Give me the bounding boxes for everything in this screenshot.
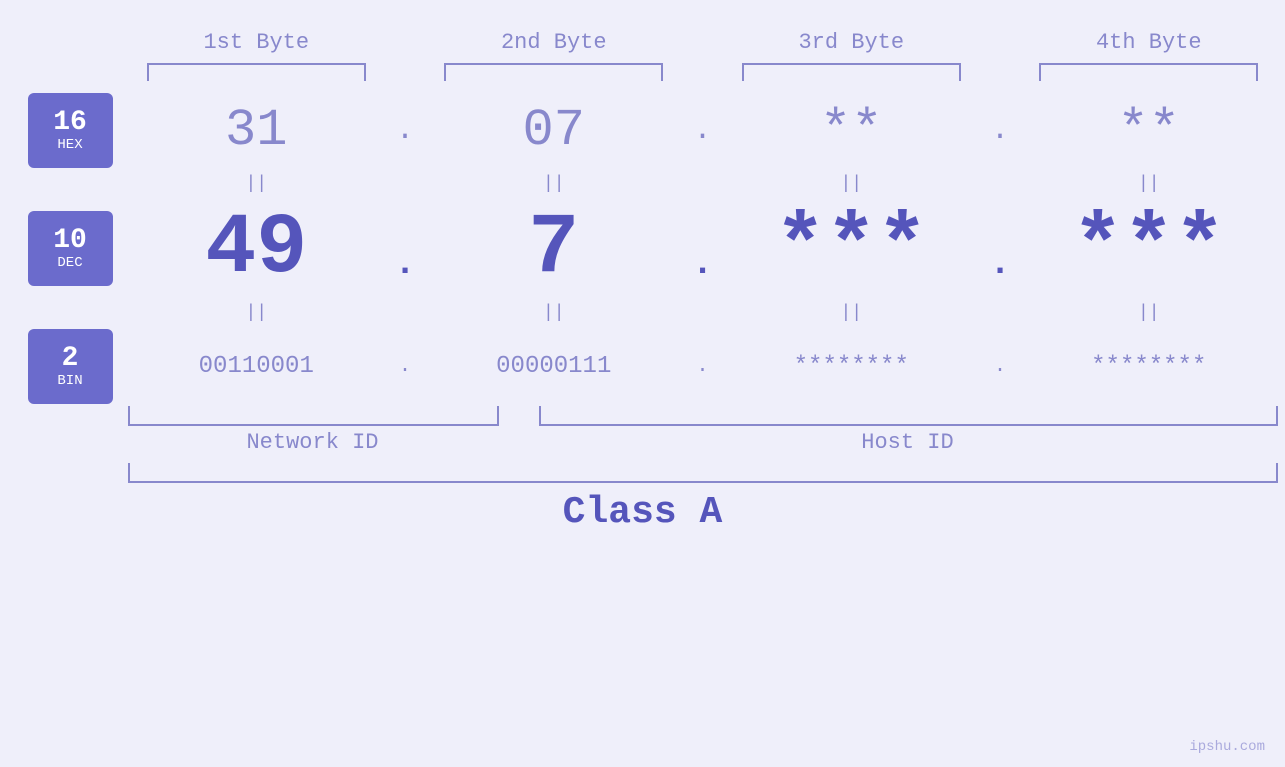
bin-b1: 00110001 (128, 353, 386, 380)
hex-b4: ** (1020, 101, 1278, 160)
hex-sep3: . (980, 114, 1020, 148)
eq2-b2: || (425, 303, 683, 323)
bin-b4: ******** (1020, 353, 1278, 380)
bin-badge: 2 BIN (28, 329, 113, 404)
dec-badge: 10 DEC (28, 211, 113, 286)
eq1-b1: || (128, 174, 386, 194)
hex-sep2: . (683, 114, 723, 148)
header-byte4: 4th Byte (1020, 30, 1278, 55)
header-byte1: 1st Byte (128, 30, 386, 55)
dec-b2: 7 (425, 200, 683, 297)
dec-sep2: . (683, 213, 723, 284)
page-container: 1st Byte 2nd Byte 3rd Byte 4th Byte 16 H… (0, 0, 1285, 767)
host-bracket (539, 406, 1278, 426)
host-id-label: Host ID (538, 430, 1278, 455)
class-label: Class A (563, 491, 723, 534)
hex-b1: 31 (128, 101, 386, 160)
hex-b3: ** (723, 101, 981, 160)
top-bracket-2 (444, 63, 663, 81)
dec-b3: *** (723, 200, 981, 297)
dec-b1: 49 (128, 200, 386, 297)
class-bracket (128, 463, 1278, 483)
top-bracket-1 (147, 63, 366, 81)
hex-b2: 07 (425, 101, 683, 160)
dec-b4: *** (1020, 200, 1278, 297)
hex-sep1: . (385, 114, 425, 148)
network-id-label: Network ID (128, 430, 498, 455)
bin-sep3: . (980, 355, 1020, 378)
hex-badge: 16 HEX (28, 93, 113, 168)
bin-b3: ******** (723, 353, 981, 380)
eq1-b2: || (425, 174, 683, 194)
dec-sep1: . (385, 213, 425, 284)
eq2-b3: || (723, 303, 981, 323)
top-bracket-4 (1039, 63, 1258, 81)
eq1-b4: || (1020, 174, 1278, 194)
eq1-b3: || (723, 174, 981, 194)
dec-sep3: . (980, 213, 1020, 284)
top-bracket-3 (742, 63, 961, 81)
bin-b2: 00000111 (425, 353, 683, 380)
header-byte3: 3rd Byte (723, 30, 981, 55)
bin-sep2: . (683, 355, 723, 378)
eq2-b4: || (1020, 303, 1278, 323)
header-byte2: 2nd Byte (425, 30, 683, 55)
bin-sep1: . (385, 355, 425, 378)
eq2-b1: || (128, 303, 386, 323)
attribution: ipshu.com (1189, 739, 1265, 755)
network-bracket (128, 406, 499, 426)
